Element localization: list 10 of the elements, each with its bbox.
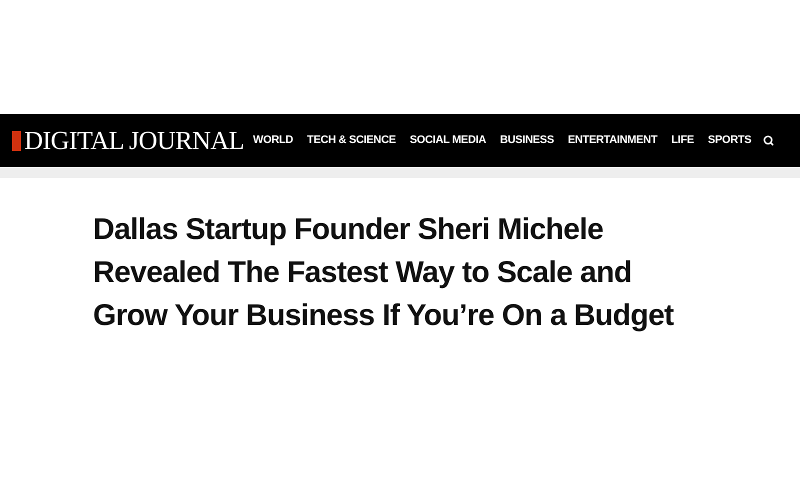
site-logo[interactable]: DIGITAL JOURNAL: [12, 128, 244, 154]
nav-link[interactable]: TECH & SCIENCE: [307, 132, 396, 149]
nav-link[interactable]: LIFE: [671, 132, 694, 149]
nav-link[interactable]: SPORTS: [708, 132, 752, 149]
nav-link[interactable]: BUSINESS: [500, 132, 554, 149]
search-icon[interactable]: [763, 135, 774, 146]
nav-link[interactable]: WORLD: [253, 132, 294, 149]
article-headline: Dallas Startup Founder Sheri Michele Revealed The Fastest Way to Scale and Grow Your Business If You’re On a Budget: [93, 212, 675, 334]
nav-link[interactable]: ENTERTAINMENT: [568, 132, 658, 149]
nav-link[interactable]: SOCIAL MEDIA: [410, 132, 486, 149]
